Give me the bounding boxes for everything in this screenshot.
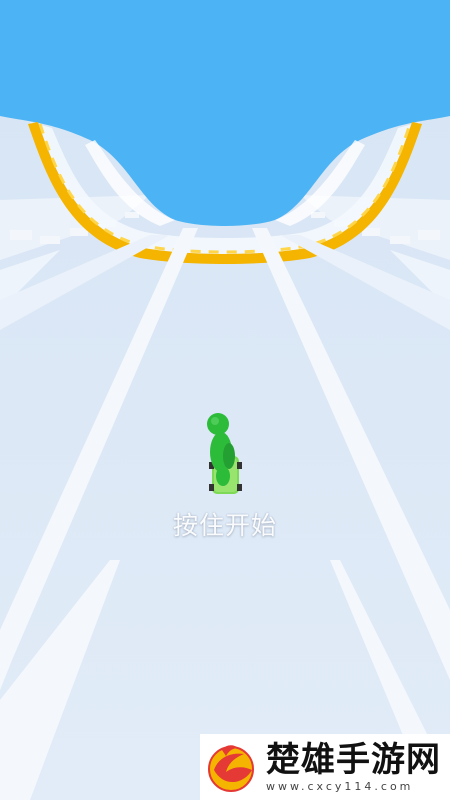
watermark-url: www.cxcy114.com <box>266 780 414 793</box>
game-scene[interactable]: 按住开始 楚雄手游网 www.cxcy114.com <box>0 0 450 800</box>
start-hint-text: 按住开始 <box>172 511 277 540</box>
flame-logo-icon <box>208 745 254 792</box>
watermark-badge: 楚雄手游网 www.cxcy114.com <box>200 734 450 800</box>
watermark-text: 楚雄手游网 www.cxcy114.com <box>266 741 441 793</box>
track-scene <box>0 0 450 800</box>
watermark-title: 楚雄手游网 <box>266 740 441 780</box>
